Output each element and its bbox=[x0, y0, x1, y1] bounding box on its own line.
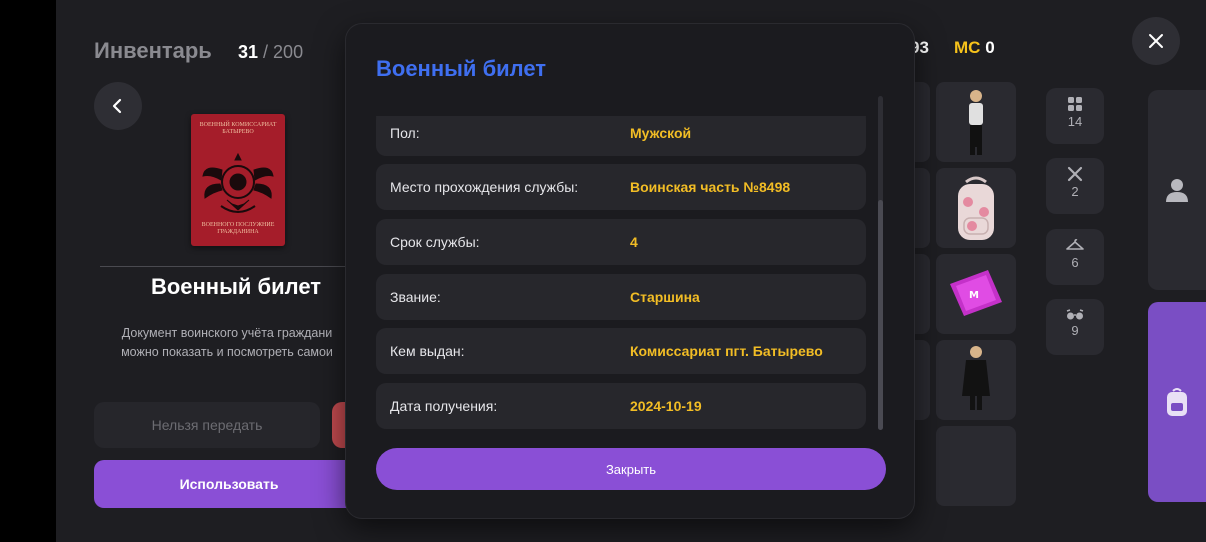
info-value: Мужской bbox=[630, 125, 692, 141]
inventory-title: Инвентарь bbox=[94, 38, 212, 63]
info-value: Комиссариат пгт. Батырево bbox=[630, 343, 823, 359]
item-description-line: Документ воинского учёта граждани bbox=[121, 326, 333, 340]
cannot-transfer-button[interactable]: Нельзя передать bbox=[94, 402, 320, 448]
document-modal: Военный билет Пол: Мужской Место прохожд… bbox=[346, 24, 914, 518]
item-description-line: можно показать и посмотреть самои bbox=[121, 345, 333, 359]
category-tools[interactable]: 2 bbox=[1046, 158, 1104, 214]
info-row-issue-date: Дата получения: 2024-10-19 bbox=[376, 383, 866, 429]
info-row-service-place: Место прохождения службы: Воинская часть… bbox=[376, 164, 866, 210]
character-outfit-icon bbox=[969, 90, 983, 155]
info-value: Старшина bbox=[630, 289, 700, 305]
info-row-service-term: Срок службы: 4 bbox=[376, 219, 866, 265]
inventory-count-current: 31 bbox=[238, 42, 259, 62]
side-tab-inventory[interactable] bbox=[1148, 302, 1206, 502]
info-row-issued-by: Кем выдан: Комиссариат пгт. Батырево bbox=[376, 328, 866, 374]
close-icon bbox=[1149, 34, 1163, 48]
category-accessories[interactable]: 9 bbox=[1046, 299, 1104, 355]
item-description: Документ воинского учёта граждани можно … bbox=[102, 324, 352, 362]
info-value: 4 bbox=[630, 234, 638, 250]
chevron-left-icon bbox=[112, 98, 122, 114]
close-button[interactable]: Закрыть bbox=[376, 448, 886, 490]
inventory-count: 31 / 200 bbox=[238, 42, 303, 63]
tools-icon bbox=[1067, 166, 1083, 182]
inventory-slot-backpack[interactable] bbox=[936, 168, 1016, 248]
info-label: Место прохождения службы: bbox=[390, 179, 579, 195]
left-black-bar bbox=[0, 0, 56, 542]
grid-icon bbox=[1068, 97, 1082, 111]
scrollbar-thumb[interactable] bbox=[878, 200, 883, 430]
category-count: 2 bbox=[1071, 184, 1079, 199]
coat-outfit-icon bbox=[962, 346, 990, 410]
close-inventory-button[interactable] bbox=[1132, 17, 1180, 65]
info-value: 2024-10-19 bbox=[630, 398, 702, 414]
info-label: Пол: bbox=[390, 125, 420, 141]
info-label: Дата получения: bbox=[390, 398, 498, 414]
svg-text:M: M bbox=[969, 290, 979, 301]
mc-label: MC bbox=[954, 38, 981, 57]
inventory-slot-clothing-outfit[interactable] bbox=[936, 82, 1016, 162]
glasses-icon bbox=[1066, 309, 1084, 320]
mc-balance: MC 0 bbox=[954, 38, 995, 58]
info-row-rank: Звание: Старшина bbox=[376, 274, 866, 320]
side-tab-character[interactable] bbox=[1148, 90, 1206, 290]
passport-cover-text-bottom: ВОЕННОГО ПОСЛУЖНИЕ ГРАЖДАНИНА bbox=[201, 222, 275, 235]
backpack-tab-icon bbox=[1167, 388, 1187, 416]
category-count: 14 bbox=[1067, 114, 1083, 129]
info-value: Воинская часть №8498 bbox=[630, 179, 791, 195]
ticket-icon: M bbox=[950, 270, 1002, 316]
category-all[interactable]: 14 bbox=[1046, 88, 1104, 144]
item-name: Военный билет bbox=[150, 274, 322, 299]
info-label: Срок службы: bbox=[390, 234, 480, 250]
mc-value: 0 bbox=[985, 38, 995, 57]
back-button[interactable] bbox=[94, 82, 142, 130]
info-rows-list[interactable]: Пол: Мужской Место прохождения службы: В… bbox=[376, 116, 866, 456]
modal-title: Военный билет bbox=[376, 56, 547, 81]
inventory-slot-coat[interactable] bbox=[936, 340, 1016, 420]
info-row-gender: Пол: Мужской bbox=[376, 116, 866, 156]
use-button[interactable]: Использовать bbox=[94, 460, 364, 508]
inventory-count-max: / 200 bbox=[263, 42, 304, 62]
backpack-icon bbox=[958, 176, 994, 240]
military-id-image: ВОЕННЫЙ КОМИССАРИАТ БАТЫРЕВО ВОЕННОГО ПО… bbox=[191, 114, 285, 246]
user-icon bbox=[1166, 179, 1188, 202]
inventory-slot[interactable] bbox=[936, 426, 1016, 506]
category-clothing[interactable]: 6 bbox=[1046, 229, 1104, 285]
info-label: Звание: bbox=[390, 289, 441, 305]
category-count: 9 bbox=[1071, 323, 1079, 338]
category-count: 6 bbox=[1071, 255, 1079, 270]
inventory-slot-ticket[interactable]: M bbox=[936, 254, 1016, 334]
game-screen: Инвентарь 31 / 200 ВОЕННЫЙ КОМИССАРИАТ Б… bbox=[56, 0, 1206, 542]
info-label: Кем выдан: bbox=[390, 343, 465, 359]
hanger-icon bbox=[1066, 238, 1084, 250]
divider bbox=[100, 266, 350, 267]
